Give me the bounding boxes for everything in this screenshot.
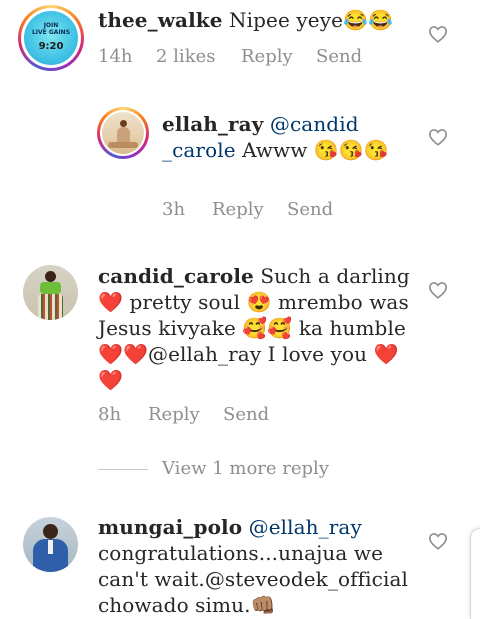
- comment-line-1: congratulations...unajua we: [98, 541, 384, 565]
- comment-thee-walke: JOIN LIVE GAINS 9:20 thee_walke Nipee ye…: [0, 0, 480, 90]
- like-heart-icon[interactable]: [428, 128, 450, 148]
- comment-text: ellah_ray @candid _carole Awww 😘😘😘: [162, 111, 422, 163]
- comment-meta: 14h 2 likes Reply Send: [98, 46, 398, 70]
- comment-candid-carole: candid_carole Such a darling ❤️ pretty s…: [0, 258, 480, 433]
- avatar-text-3: 9:20: [38, 41, 64, 52]
- like-heart-icon[interactable]: [428, 25, 450, 45]
- mention-link[interactable]: @ellah_ray: [249, 515, 362, 539]
- avatar-text-1: JOIN: [43, 22, 59, 29]
- comment-body: Nipee yeye😂😂: [222, 8, 394, 32]
- reply-button[interactable]: Reply: [212, 199, 264, 220]
- comment-text: thee_walke Nipee yeye😂😂: [98, 7, 428, 33]
- avatar[interactable]: JOIN LIVE GAINS 9:20: [24, 11, 78, 65]
- story-ring[interactable]: JOIN LIVE GAINS 9:20: [18, 5, 84, 71]
- view-more-divider: [98, 469, 148, 470]
- comment-line-5: ❤️: [98, 368, 124, 392]
- comment-body: Awww 😘😘😘: [235, 138, 389, 162]
- timestamp: 14h: [98, 46, 133, 67]
- comment-meta: 8h Reply Send: [98, 404, 358, 428]
- comment-text: candid_carole Such a darling ❤️ pretty s…: [98, 263, 428, 393]
- avatar[interactable]: [23, 517, 78, 572]
- username[interactable]: mungai_polo: [98, 515, 242, 539]
- timestamp: 3h: [162, 199, 186, 220]
- timestamp: 8h: [98, 404, 122, 425]
- mention-link-continued[interactable]: _carole: [162, 138, 236, 162]
- reply-button[interactable]: Reply: [148, 404, 200, 425]
- comment-meta: 3h Reply Send: [162, 199, 422, 223]
- comment-line-4: ❤️❤️@ellah_ray I love you ❤️: [98, 342, 399, 366]
- view-more-replies-button[interactable]: View 1 more reply: [162, 458, 329, 479]
- like-heart-icon[interactable]: [428, 532, 450, 552]
- username[interactable]: ellah_ray: [162, 112, 263, 136]
- avatar-text-2: LIVE GAINS: [31, 29, 71, 36]
- username[interactable]: candid_carole: [98, 264, 254, 288]
- comment-line-3: chowado simu.👊🏽: [98, 593, 276, 617]
- send-button[interactable]: Send: [287, 199, 333, 220]
- floating-panel-edge: [470, 528, 480, 619]
- comment-line-3: Jesus kivyake 🥰🥰 ka humble: [98, 316, 406, 340]
- comment-line-2: can't wait.@steveodek_official: [98, 567, 408, 591]
- reply-button[interactable]: Reply: [241, 46, 293, 67]
- comment-line-2: ❤️ pretty soul 😍 mrembo was: [98, 290, 409, 314]
- likes-count[interactable]: 2 likes: [156, 46, 215, 67]
- like-heart-icon[interactable]: [428, 281, 450, 301]
- mention-link[interactable]: @candid: [270, 112, 359, 136]
- send-button[interactable]: Send: [316, 46, 362, 67]
- send-button[interactable]: Send: [223, 404, 269, 425]
- comment-mungai-polo: mungai_polo @ellah_ray congratulations..…: [0, 507, 480, 617]
- avatar[interactable]: [102, 112, 144, 154]
- comment-ellah-ray: ellah_ray @candid _carole Awww 😘😘😘 3h Re…: [0, 100, 480, 235]
- comment-text: mungai_polo @ellah_ray congratulations..…: [98, 514, 438, 618]
- comment-line-1: Such a darling: [253, 264, 410, 288]
- story-ring[interactable]: [97, 107, 149, 159]
- avatar[interactable]: [23, 265, 78, 320]
- username[interactable]: thee_walke: [98, 8, 223, 32]
